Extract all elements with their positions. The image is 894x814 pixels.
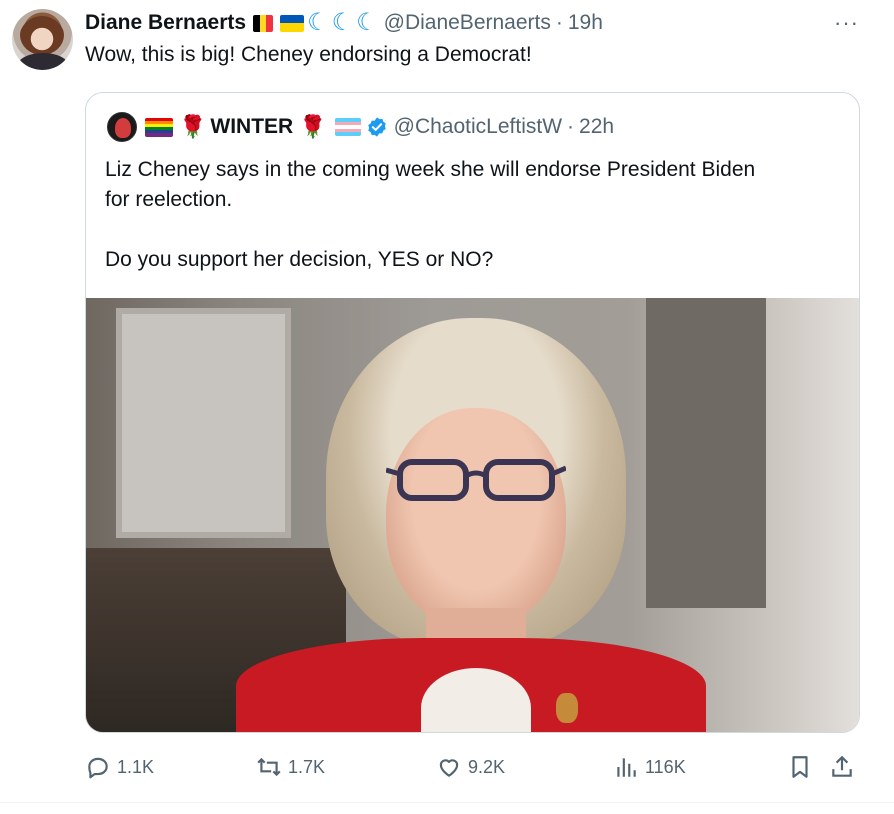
crescent-wave-icon: ☾ — [331, 9, 354, 36]
belgium-flag-icon — [253, 14, 274, 32]
author-avatar[interactable] — [12, 9, 73, 70]
bookmark-button[interactable] — [787, 754, 813, 780]
crescent-wave-icon: ☾ — [307, 9, 329, 36]
verified-badge-icon — [367, 117, 386, 137]
tweet[interactable]: Diane Bernaerts ☾ ☾ ☾ @DianeBernaerts · … — [0, 0, 894, 803]
quoted-text-line: Liz Cheney says in the coming week she w… — [105, 158, 756, 181]
quoted-tweet-text: Liz Cheney says in the coming week she w… — [105, 155, 845, 275]
heart-icon — [439, 759, 459, 777]
rainbow-flag-icon — [145, 117, 173, 137]
bookmark-icon — [792, 756, 808, 778]
quoted-author-handle[interactable]: @ChaoticLeftistW — [394, 115, 562, 139]
quoted-author-avatar[interactable] — [107, 112, 137, 142]
analytics-bars-icon — [617, 758, 636, 777]
quoted-tweet[interactable]: 🌹 WINTER 🌹 @ChaoticLeftistW · 22h Liz Ch… — [85, 92, 860, 733]
quoted-tweet-header: 🌹 WINTER 🌹 @ChaoticLeftistW · 22h — [107, 112, 614, 142]
quoted-tweet-timestamp[interactable]: 22h — [579, 115, 614, 139]
trans-flag-icon — [334, 118, 361, 136]
reply-icon — [88, 757, 108, 779]
quoted-text-line: Do you support her decision, YES or NO? — [105, 248, 494, 271]
share-icon — [832, 755, 852, 777]
tweet-actions: 1.1K 1.7K 9.2K 116K — [0, 754, 894, 784]
rose-icon: 🌹 — [179, 114, 207, 139]
reply-button[interactable]: 1.1K — [85, 754, 154, 780]
reply-count: 1.1K — [117, 756, 155, 777]
more-options-icon[interactable]: ··· — [834, 12, 859, 34]
crescent-wave-icon: ☾ — [356, 9, 378, 36]
like-count: 9.2K — [468, 756, 506, 777]
share-button[interactable] — [829, 754, 855, 780]
view-count: 116K — [645, 756, 686, 777]
separator-dot: · — [555, 11, 563, 34]
tweet-header: Diane Bernaerts ☾ ☾ ☾ @DianeBernaerts · … — [85, 10, 603, 36]
divider — [0, 802, 894, 803]
retweet-button[interactable]: 1.7K — [256, 754, 325, 780]
author-handle[interactable]: @DianeBernaerts — [384, 11, 551, 35]
retweet-icon — [257, 757, 281, 777]
quoted-text-line: for reelection. — [105, 188, 233, 211]
retweet-count: 1.7K — [288, 756, 326, 777]
separator-dot: · — [567, 115, 575, 138]
views-button[interactable]: 116K — [613, 754, 686, 780]
quoted-tweet-photo[interactable] — [86, 298, 859, 732]
ukraine-flag-icon — [280, 14, 305, 32]
tweet-timestamp[interactable]: 19h — [568, 11, 603, 35]
quoted-author-name[interactable]: WINTER — [210, 115, 293, 139]
rose-icon: 🌹 — [299, 114, 327, 139]
like-button[interactable]: 9.2K — [436, 754, 505, 780]
tweet-text: Wow, this is big! Cheney endorsing a Dem… — [85, 43, 532, 66]
author-name[interactable]: Diane Bernaerts — [85, 11, 246, 35]
